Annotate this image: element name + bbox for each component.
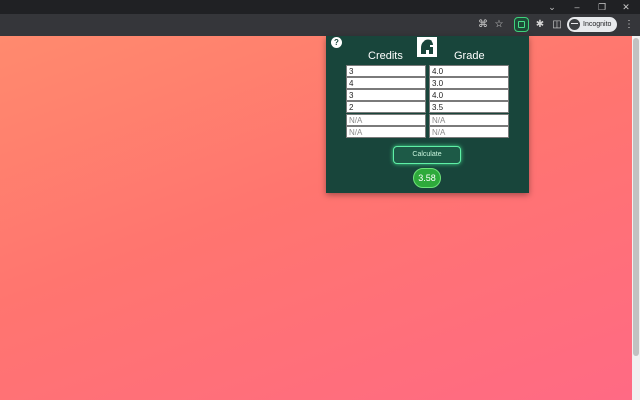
grade-input-1[interactable] (429, 65, 509, 77)
grade-field-2[interactable] (432, 78, 508, 88)
credits-field-2[interactable] (349, 78, 425, 88)
puzzle-icon[interactable]: ✱ (532, 17, 548, 33)
page-background (0, 36, 632, 400)
grade-input-2[interactable] (429, 77, 509, 89)
grade-field-5[interactable] (432, 115, 508, 125)
grade-field-6[interactable] (432, 127, 508, 137)
spartan-helmet-logo-icon (417, 37, 437, 57)
gpa-result-badge: 3.58 (413, 168, 441, 188)
credits-input-1[interactable] (346, 65, 426, 77)
credits-input-4[interactable] (346, 101, 426, 113)
calculate-button[interactable]: Calculate (393, 146, 461, 164)
screen-cast-icon[interactable]: ⌘ (475, 17, 491, 33)
help-icon[interactable]: ? (331, 37, 342, 48)
incognito-badge[interactable]: Incognito (567, 17, 617, 32)
grade-field-3[interactable] (432, 90, 508, 100)
grade-field-1[interactable] (432, 66, 508, 76)
side-panel-icon[interactable]: ◫ (549, 17, 565, 33)
scrollbar[interactable] (632, 36, 640, 400)
more-vert-icon[interactable]: ⋮ (621, 17, 637, 33)
credits-input-2[interactable] (346, 77, 426, 89)
grade-field-4[interactable] (432, 102, 508, 112)
credits-field-5[interactable] (349, 115, 425, 125)
browser-title-bar: ⌄ – ❐ ✕ (0, 0, 640, 14)
credits-input-5[interactable] (346, 114, 426, 126)
scrollbar-thumb[interactable] (633, 38, 639, 356)
close-icon[interactable]: ✕ (615, 0, 637, 14)
grade-header: Grade (454, 50, 485, 62)
credits-field-6[interactable] (349, 127, 425, 137)
incognito-label: Incognito (583, 21, 612, 28)
credits-field-3[interactable] (349, 90, 425, 100)
grade-input-3[interactable] (429, 89, 509, 101)
extension-active-icon[interactable] (514, 17, 529, 32)
credits-header: Credits (368, 50, 403, 62)
restore-icon[interactable]: ❐ (591, 0, 613, 14)
incognito-icon (569, 19, 580, 30)
minimize-icon[interactable]: – (566, 0, 588, 14)
credits-input-6[interactable] (346, 126, 426, 138)
credits-input-3[interactable] (346, 89, 426, 101)
tab-search-chevron-down-icon[interactable]: ⌄ (541, 0, 563, 14)
credits-field-1[interactable] (349, 66, 425, 76)
browser-toolbar: ⌘ ☆ ✱ ◫ ⋮ (0, 14, 640, 36)
grade-input-4[interactable] (429, 101, 509, 113)
grade-input-6[interactable] (429, 126, 509, 138)
credits-field-4[interactable] (349, 102, 425, 112)
grade-input-5[interactable] (429, 114, 509, 126)
star-icon[interactable]: ☆ (491, 17, 507, 33)
